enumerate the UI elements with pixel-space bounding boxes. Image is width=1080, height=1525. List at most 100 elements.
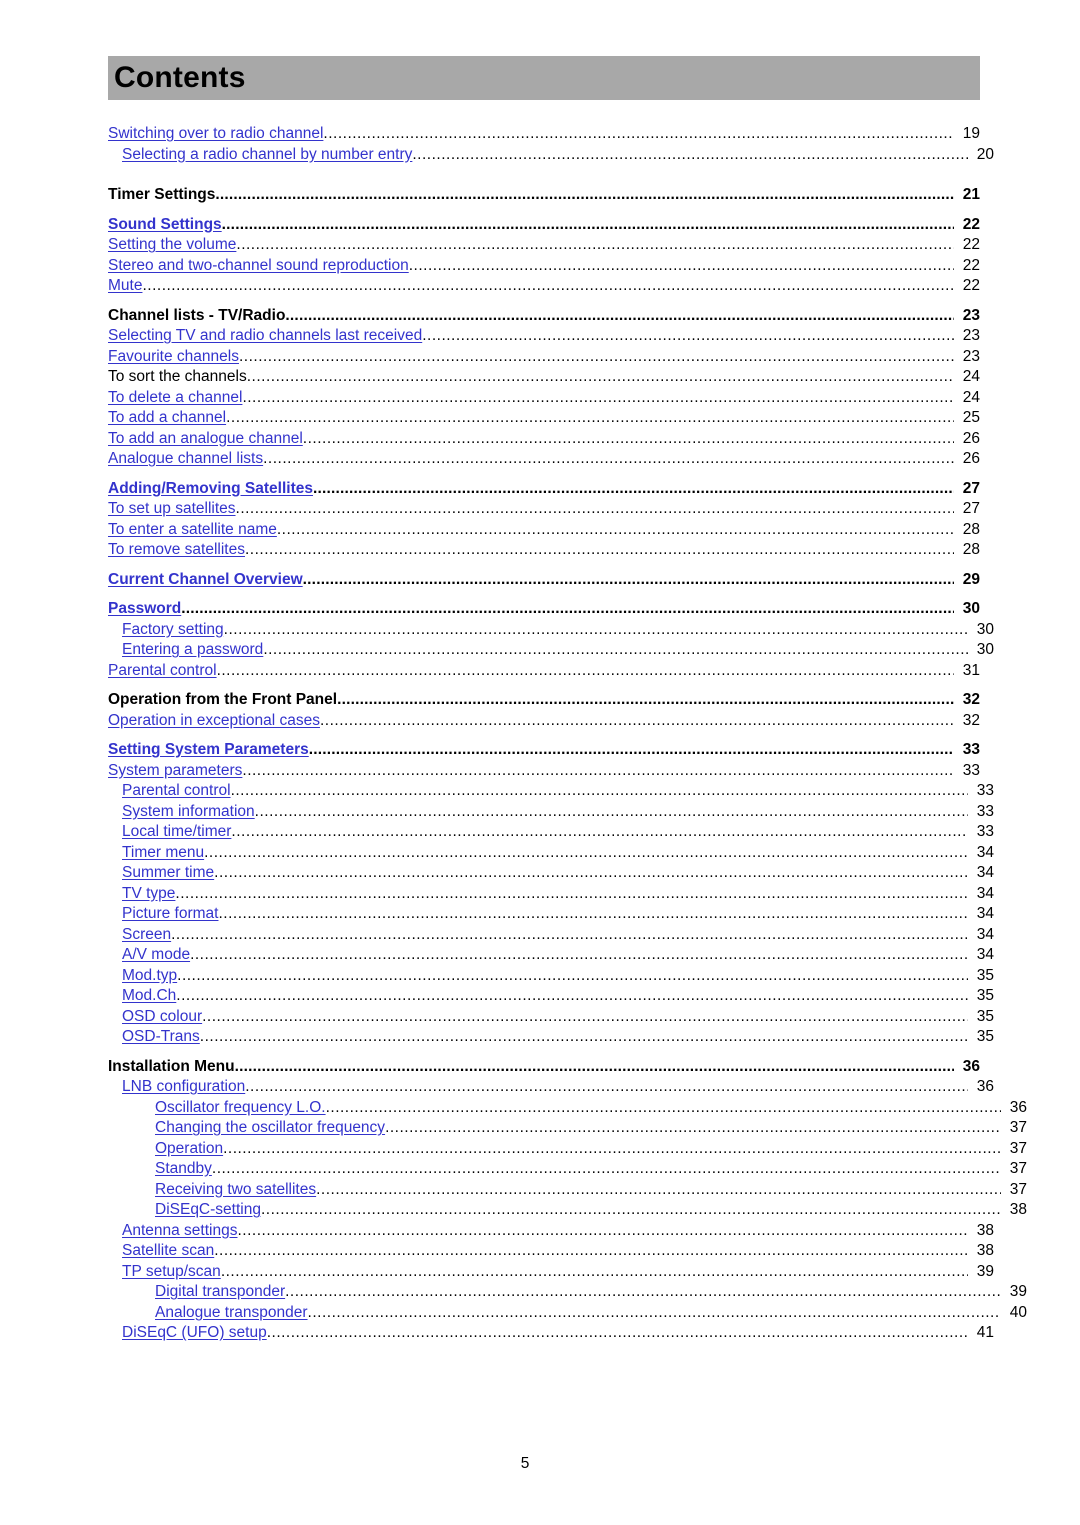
toc-entry[interactable]: To delete a channel.....................… [108,388,980,409]
toc-entry[interactable]: Setting the volume......................… [108,235,980,256]
toc-entry[interactable]: To sort the channels....................… [108,367,980,388]
toc-entry-label[interactable]: To delete a channel [108,388,242,409]
toc-entry[interactable]: Adding/Removing Satellites..............… [108,479,980,500]
toc-entry[interactable]: Selecting a radio channel by number entr… [108,145,994,166]
toc-entry[interactable]: Operation in exceptional cases..........… [108,711,980,732]
toc-entry[interactable]: Oscillator frequency L.O................… [108,1098,1027,1119]
toc-entry[interactable]: To set up satellites....................… [108,499,980,520]
toc-entry-label[interactable]: To sort the channels [108,367,247,388]
toc-entry-label[interactable]: To enter a satellite name [108,520,277,541]
toc-entry-label[interactable]: Selecting TV and radio channels last rec… [108,326,422,347]
toc-entry-label[interactable]: To add an analogue channel [108,429,303,450]
toc-entry[interactable]: LNB configuration.......................… [108,1077,994,1098]
toc-entry[interactable]: OSD colour..............................… [108,1007,994,1028]
toc-entry[interactable]: Satellite scan..........................… [108,1241,994,1262]
toc-entry[interactable]: System information......................… [108,802,994,823]
toc-entry[interactable]: Parental control........................… [108,661,980,682]
toc-entry-label[interactable]: DiSEqC (UFO) setup [122,1323,267,1344]
toc-entry-label[interactable]: To add a channel [108,408,226,429]
toc-entry[interactable]: Favourite channels......................… [108,347,980,368]
toc-entry-label[interactable]: Mod.typ [122,966,177,987]
toc-entry[interactable]: Sound Settings..........................… [108,215,980,236]
toc-entry[interactable]: Switching over to radio channel.........… [108,124,980,145]
toc-entry-label[interactable]: Current Channel Overview [108,570,303,591]
toc-entry[interactable]: Current Channel Overview ...............… [108,570,980,591]
toc-entry-label[interactable]: Switching over to radio channel [108,124,323,145]
toc-entry-label[interactable]: Analogue transponder [155,1303,308,1324]
toc-entry[interactable]: Installation Menu.......................… [108,1057,980,1078]
toc-entry[interactable]: Changing the oscillator frequency.......… [108,1118,1027,1139]
toc-entry-label[interactable]: Changing the oscillator frequency [155,1118,385,1139]
toc-entry-label[interactable]: Timer menu [122,843,204,864]
toc-entry[interactable]: Stereo and two-channel sound reproductio… [108,256,980,277]
toc-entry[interactable]: TP setup/scan...........................… [108,1262,994,1283]
toc-entry[interactable]: Password ...............................… [108,599,980,620]
toc-entry[interactable]: Digital transponder.....................… [108,1282,1027,1303]
toc-entry-label[interactable]: Timer Settings [108,185,215,206]
toc-entry-label[interactable]: Standby [155,1159,212,1180]
toc-entry-label[interactable]: Digital transponder [155,1282,285,1303]
toc-entry-label[interactable]: Satellite scan [122,1241,214,1262]
toc-entry-label[interactable]: Mute [108,276,142,297]
toc-entry-label[interactable]: Parental control [108,661,217,682]
toc-entry[interactable]: Timer Settings..........................… [108,185,980,206]
toc-entry[interactable]: Local time/timer........................… [108,822,994,843]
toc-entry-label[interactable]: Mod.Ch [122,986,176,1007]
toc-entry-label[interactable]: To remove satellites [108,540,245,561]
toc-entry[interactable]: Summer time.............................… [108,863,994,884]
toc-entry-label[interactable]: TP setup/scan [122,1262,221,1283]
toc-entry-label[interactable]: Parental control [122,781,231,802]
toc-entry[interactable]: Operation from the Front Panel..........… [108,690,980,711]
toc-entry[interactable]: To add a channel........................… [108,408,980,429]
toc-entry-label[interactable]: Picture format [122,904,218,925]
toc-entry-label[interactable]: Antenna settings [122,1221,237,1242]
toc-entry[interactable]: Mod.typ.................................… [108,966,994,987]
toc-entry[interactable]: Parental control........................… [108,781,994,802]
toc-entry[interactable]: To remove satellites....................… [108,540,980,561]
toc-entry[interactable]: TV type.................................… [108,884,994,905]
toc-entry-label[interactable]: TV type [122,884,175,905]
toc-entry-label[interactable]: System parameters [108,761,242,782]
toc-entry[interactable]: System parameters.......................… [108,761,980,782]
toc-entry[interactable]: To add an analogue channel..............… [108,429,980,450]
toc-entry-label[interactable]: Setting System Parameters [108,740,309,761]
toc-entry-label[interactable]: To set up satellites [108,499,236,520]
toc-entry-label[interactable]: Local time/timer [122,822,231,843]
toc-entry-label[interactable]: Summer time [122,863,214,884]
toc-entry[interactable]: DiSEqC (UFO) setup......................… [108,1323,994,1344]
toc-entry-label[interactable]: Receiving two satellites [155,1180,316,1201]
toc-entry-label[interactable]: Operation in exceptional cases [108,711,320,732]
toc-entry-label[interactable]: Operation [155,1139,223,1160]
toc-entry-label[interactable]: Channel lists - TV/Radio [108,306,285,327]
toc-entry[interactable]: Standby.................................… [108,1159,1027,1180]
toc-entry-label[interactable]: Setting the volume [108,235,236,256]
toc-entry[interactable]: Mute....................................… [108,276,980,297]
toc-entry-label[interactable]: Sound Settings [108,215,222,236]
toc-entry-label[interactable]: Installation Menu [108,1057,235,1078]
toc-entry-label[interactable]: Favourite channels [108,347,239,368]
toc-entry-label[interactable]: OSD colour [122,1007,202,1028]
toc-entry[interactable]: Selecting TV and radio channels last rec… [108,326,980,347]
toc-entry[interactable]: Receiving two satellites................… [108,1180,1027,1201]
toc-entry-label[interactable]: OSD-Trans [122,1027,200,1048]
toc-entry[interactable]: To enter a satellite name...............… [108,520,980,541]
toc-entry-label[interactable]: Password [108,599,181,620]
toc-entry-label[interactable]: Factory setting [122,620,224,641]
toc-entry-label[interactable]: Analogue channel lists [108,449,263,470]
toc-entry[interactable]: Analogue channel lists..................… [108,449,980,470]
toc-entry-label[interactable]: LNB configuration [122,1077,245,1098]
toc-entry[interactable]: DiSEqC-setting..........................… [108,1200,1027,1221]
toc-entry[interactable]: Entering a password.....................… [108,640,994,661]
toc-entry[interactable]: Operation...............................… [108,1139,1027,1160]
toc-entry[interactable]: Picture format..........................… [108,904,994,925]
toc-entry-label[interactable]: Stereo and two-channel sound reproductio… [108,256,409,277]
toc-entry[interactable]: Channel lists - TV/Radio................… [108,306,980,327]
toc-entry-label[interactable]: Selecting a radio channel by number entr… [122,145,412,166]
toc-entry-label[interactable]: DiSEqC-setting [155,1200,261,1221]
toc-entry-label[interactable]: Entering a password [122,640,263,661]
toc-entry-label[interactable]: Adding/Removing Satellites [108,479,313,500]
toc-entry[interactable]: Analogue transponder....................… [108,1303,1027,1324]
toc-entry[interactable]: Setting System Parameters...............… [108,740,980,761]
toc-entry[interactable]: Mod.Ch..................................… [108,986,994,1007]
toc-entry[interactable]: Timer menu..............................… [108,843,994,864]
